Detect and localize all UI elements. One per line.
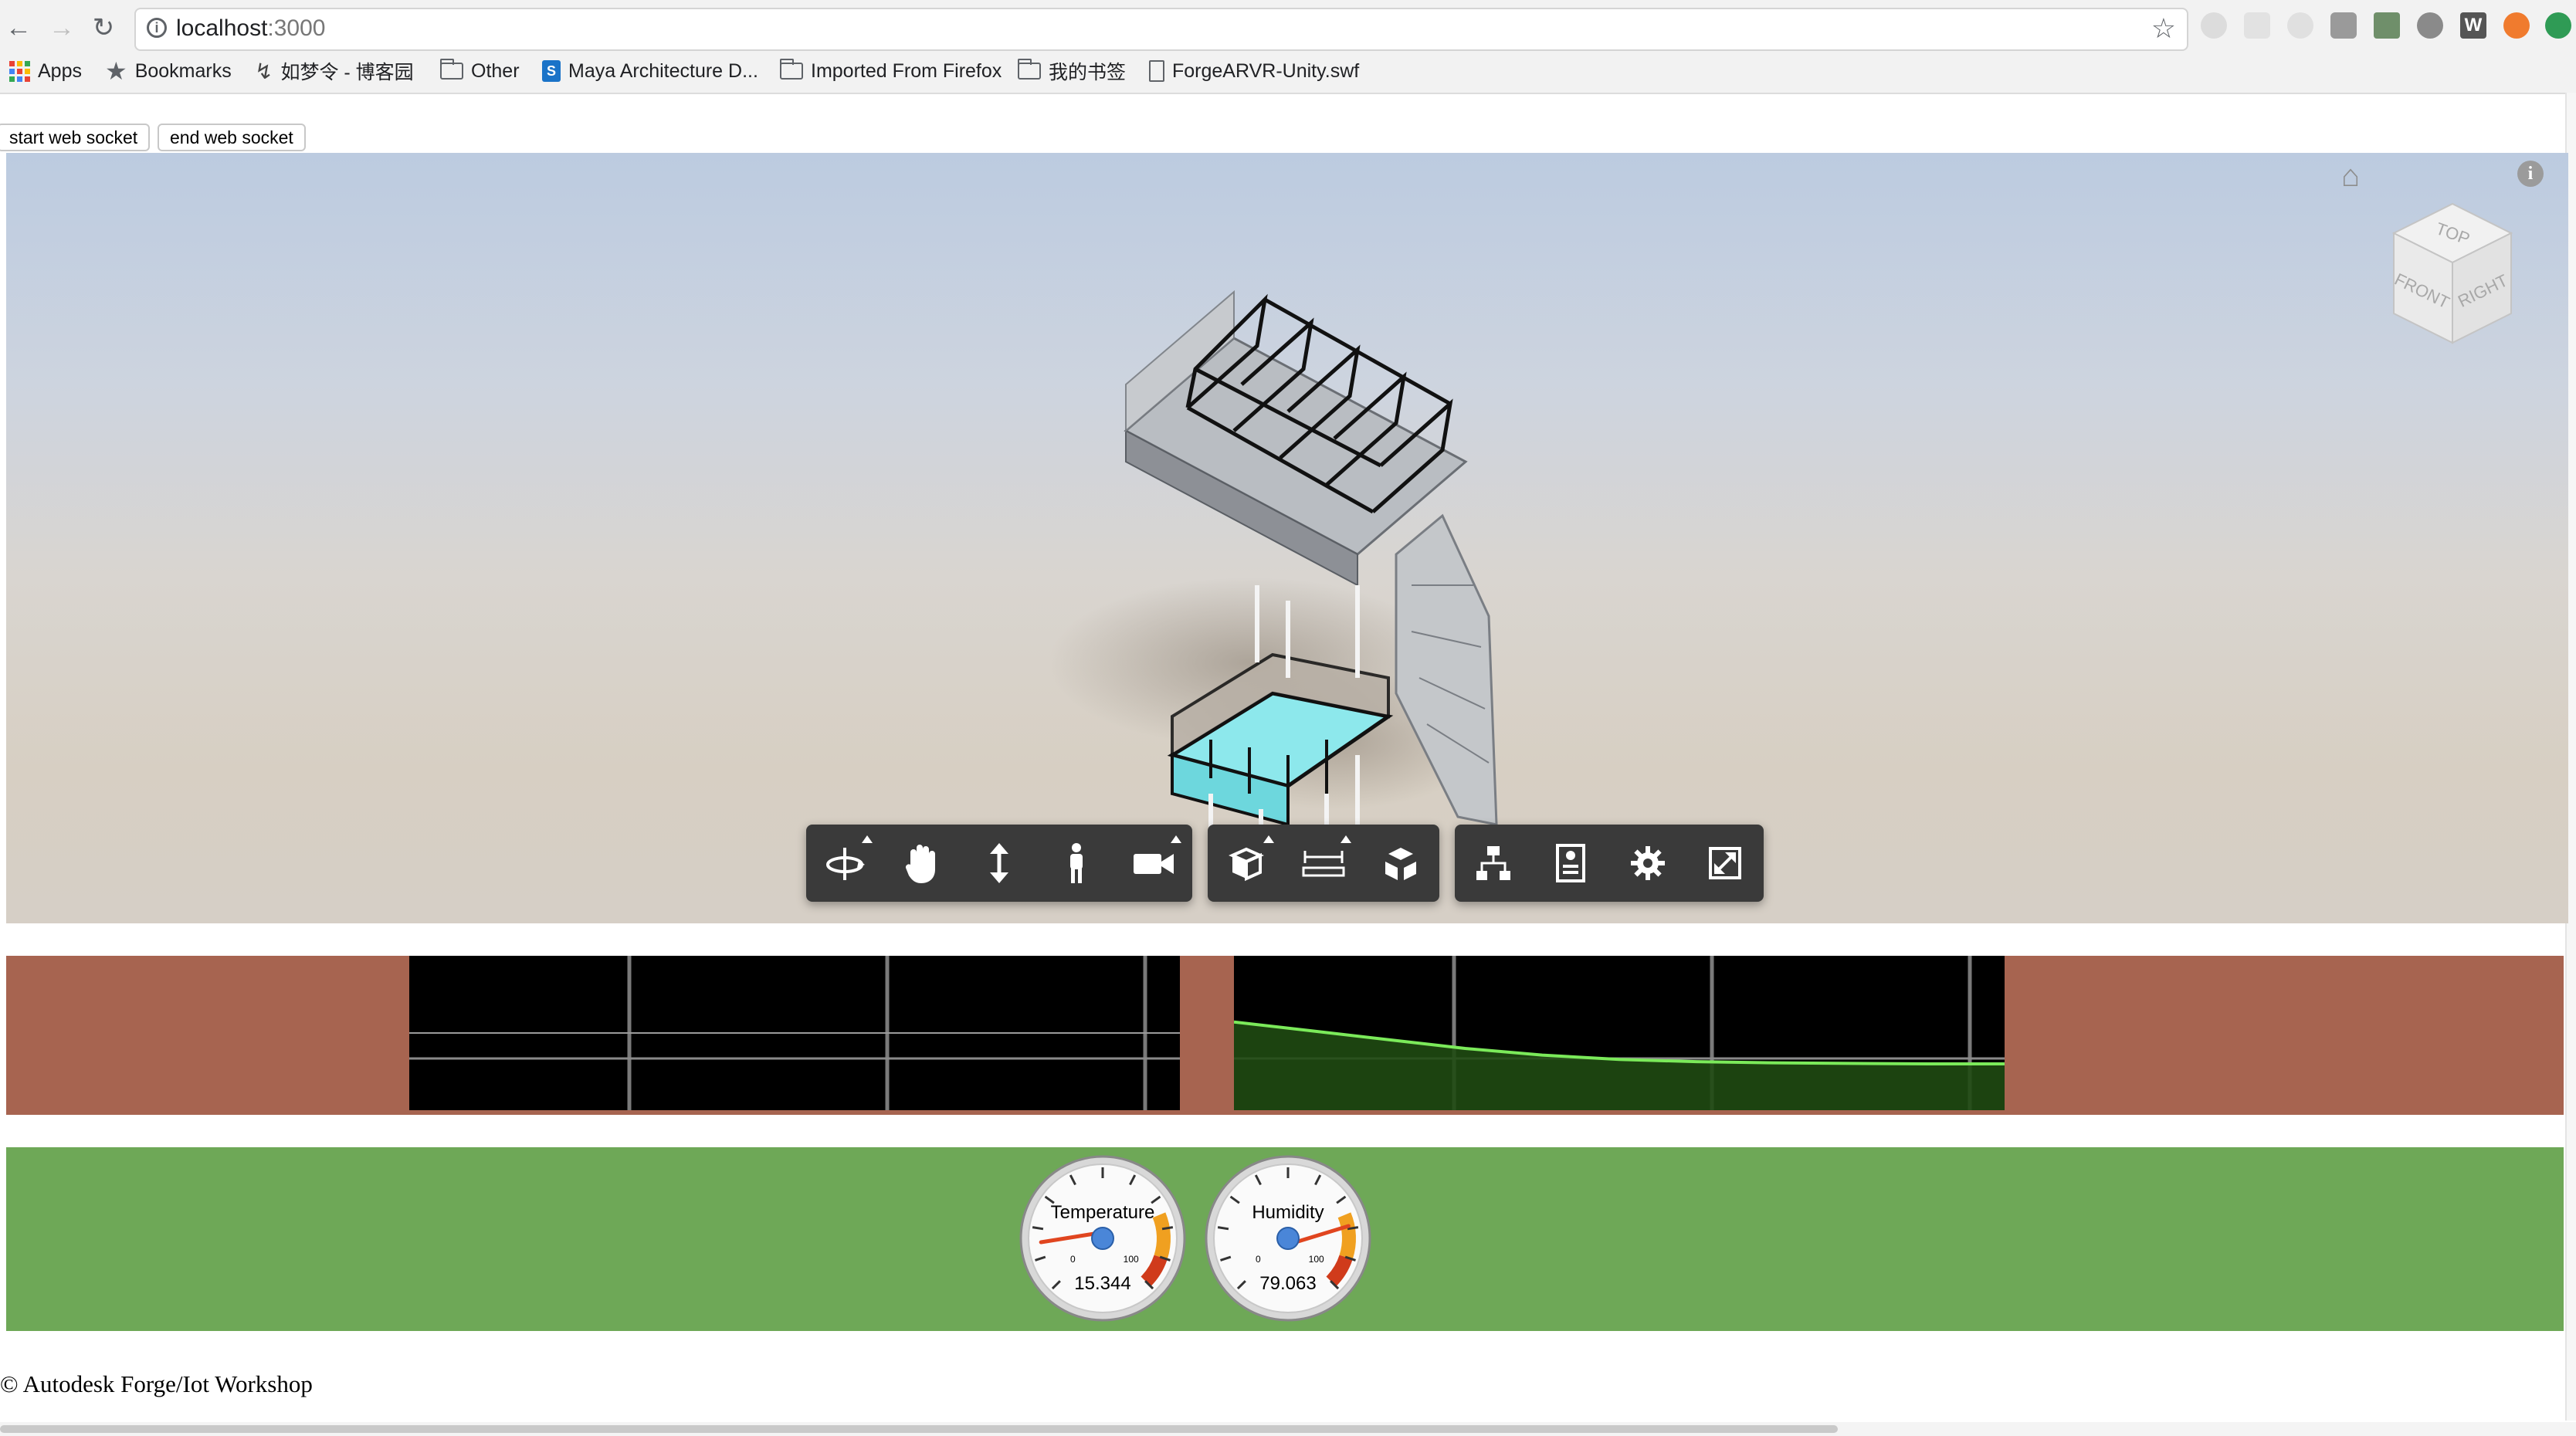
- orbit-icon[interactable]: [806, 825, 883, 902]
- end-web-socket-button[interactable]: end web socket: [158, 124, 306, 151]
- start-web-socket-button[interactable]: start web socket: [0, 124, 151, 151]
- star-icon: ★: [105, 57, 127, 85]
- gauge-min-label: 0: [1256, 1254, 1261, 1265]
- measure-icon[interactable]: [1285, 825, 1362, 902]
- blog-site-icon: ↯: [255, 59, 273, 83]
- zoom-icon[interactable]: [961, 825, 1038, 902]
- gauges-panel: Temperature 0 100 15.344 Humidity 0 100 79.063: [6, 1147, 2564, 1331]
- humidity-gauge: Humidity 0 100 79.063: [1205, 1155, 1371, 1322]
- section-icon[interactable]: [1208, 825, 1285, 902]
- camera-icon[interactable]: [1115, 825, 1192, 902]
- extension-icon-5[interactable]: [2374, 12, 2400, 39]
- bookmark-bookmarks[interactable]: ★ Bookmarks: [105, 57, 232, 85]
- extension-icon-9[interactable]: [2545, 12, 2571, 39]
- bookmark-other[interactable]: Other: [440, 57, 520, 85]
- temperature-chart: [409, 956, 1180, 1110]
- folder-icon: [440, 59, 463, 80]
- bridge-model[interactable]: [6, 153, 2568, 923]
- first-person-icon[interactable]: [1038, 825, 1115, 902]
- horizontal-scrollbar[interactable]: [0, 1422, 2576, 1436]
- extension-icon-1[interactable]: [2201, 12, 2227, 39]
- bookmark-forgearvr[interactable]: ForgeARVR-Unity.swf: [1149, 57, 1359, 85]
- folder-icon: [1018, 59, 1041, 80]
- gauge-max-label: 100: [1309, 1254, 1324, 1265]
- gauge-value: 15.344: [1074, 1273, 1130, 1294]
- bookmark-star-icon[interactable]: ☆: [2151, 12, 2176, 45]
- extension-icon-4[interactable]: [2330, 12, 2357, 39]
- bookmarks-bar: Apps ★ Bookmarks ↯ 如梦令 - 博客园 Other S May…: [0, 54, 2576, 88]
- gauge-min-label: 0: [1070, 1254, 1076, 1265]
- file-icon: [1149, 60, 1164, 82]
- model-browser-icon[interactable]: [1455, 825, 1532, 902]
- bookmark-mine[interactable]: 我的书签: [1018, 57, 1126, 85]
- browser-chrome: ← → ↻ i localhost:3000 ☆ W Apps ★ Bookma…: [0, 0, 2576, 94]
- address-text[interactable]: localhost:3000: [176, 15, 325, 42]
- home-icon[interactable]: ⌂: [2341, 159, 2360, 194]
- gauge-hub: [1091, 1227, 1114, 1250]
- extension-icon-8[interactable]: [2503, 12, 2530, 39]
- bookmark-label: ForgeARVR-Unity.swf: [1172, 59, 1360, 82]
- model-tools-toolbar: [1208, 825, 1439, 902]
- panels-toolbar: [1455, 825, 1764, 902]
- fullscreen-icon[interactable]: [1686, 825, 1764, 902]
- back-icon[interactable]: ←: [2, 11, 36, 45]
- pan-icon[interactable]: [883, 825, 961, 902]
- gauge-label: Humidity: [1252, 1202, 1324, 1223]
- scrollbar-thumb[interactable]: [0, 1425, 1838, 1433]
- extension-w-icon[interactable]: W: [2460, 12, 2486, 39]
- info-icon[interactable]: i: [2517, 161, 2544, 187]
- forward-icon[interactable]: →: [45, 11, 79, 45]
- humidity-chart: [1234, 956, 2005, 1110]
- bookmark-label: 我的书签: [1049, 62, 1127, 83]
- footer-text: © Autodesk Forge/Iot Workshop: [0, 1370, 313, 1397]
- bookmark-label: Imported From Firefox: [811, 59, 1002, 82]
- gauge-value: 79.063: [1259, 1273, 1316, 1294]
- address-bar[interactable]: i localhost:3000 ☆: [134, 8, 2188, 51]
- bookmark-maya[interactable]: S Maya Architecture D...: [542, 57, 758, 85]
- bookmark-label: Apps: [38, 59, 82, 82]
- bookmark-apps[interactable]: Apps: [9, 57, 82, 85]
- bookmark-label: 如梦令 - 博客园: [280, 62, 414, 83]
- gauge-max-label: 100: [1124, 1254, 1139, 1265]
- gauge-label: Temperature: [1051, 1202, 1155, 1223]
- extension-icon-3[interactable]: [2287, 12, 2313, 39]
- navigation-toolbar: [806, 825, 1192, 902]
- bookmark-label: Other: [471, 59, 520, 82]
- bookmark-label: Bookmarks: [134, 59, 232, 82]
- extension-icon-2[interactable]: [2244, 12, 2270, 39]
- apps-grid-icon: [9, 60, 30, 82]
- viewcube[interactable]: TOP FRONT RIGHT: [2384, 199, 2523, 354]
- forge-viewer[interactable]: ⌂ i TOP FRONT RIGHT: [6, 153, 2568, 923]
- settings-icon[interactable]: [1609, 825, 1686, 902]
- temperature-gauge: Temperature 0 100 15.344: [1019, 1155, 1186, 1322]
- reload-icon[interactable]: ↻: [86, 11, 120, 45]
- properties-icon[interactable]: [1532, 825, 1609, 902]
- charts-panel: [6, 956, 2564, 1115]
- folder-icon: [780, 59, 803, 80]
- bookmark-label: Maya Architecture D...: [568, 59, 758, 82]
- bookmark-blog[interactable]: ↯ 如梦令 - 博客园: [255, 57, 414, 85]
- site-info-icon[interactable]: i: [147, 18, 167, 38]
- gauge-hub: [1276, 1227, 1300, 1250]
- sharepoint-icon: S: [542, 60, 561, 82]
- explode-icon[interactable]: [1362, 825, 1439, 902]
- extension-icon-6[interactable]: [2417, 12, 2443, 39]
- bookmark-imported[interactable]: Imported From Firefox: [780, 57, 1005, 85]
